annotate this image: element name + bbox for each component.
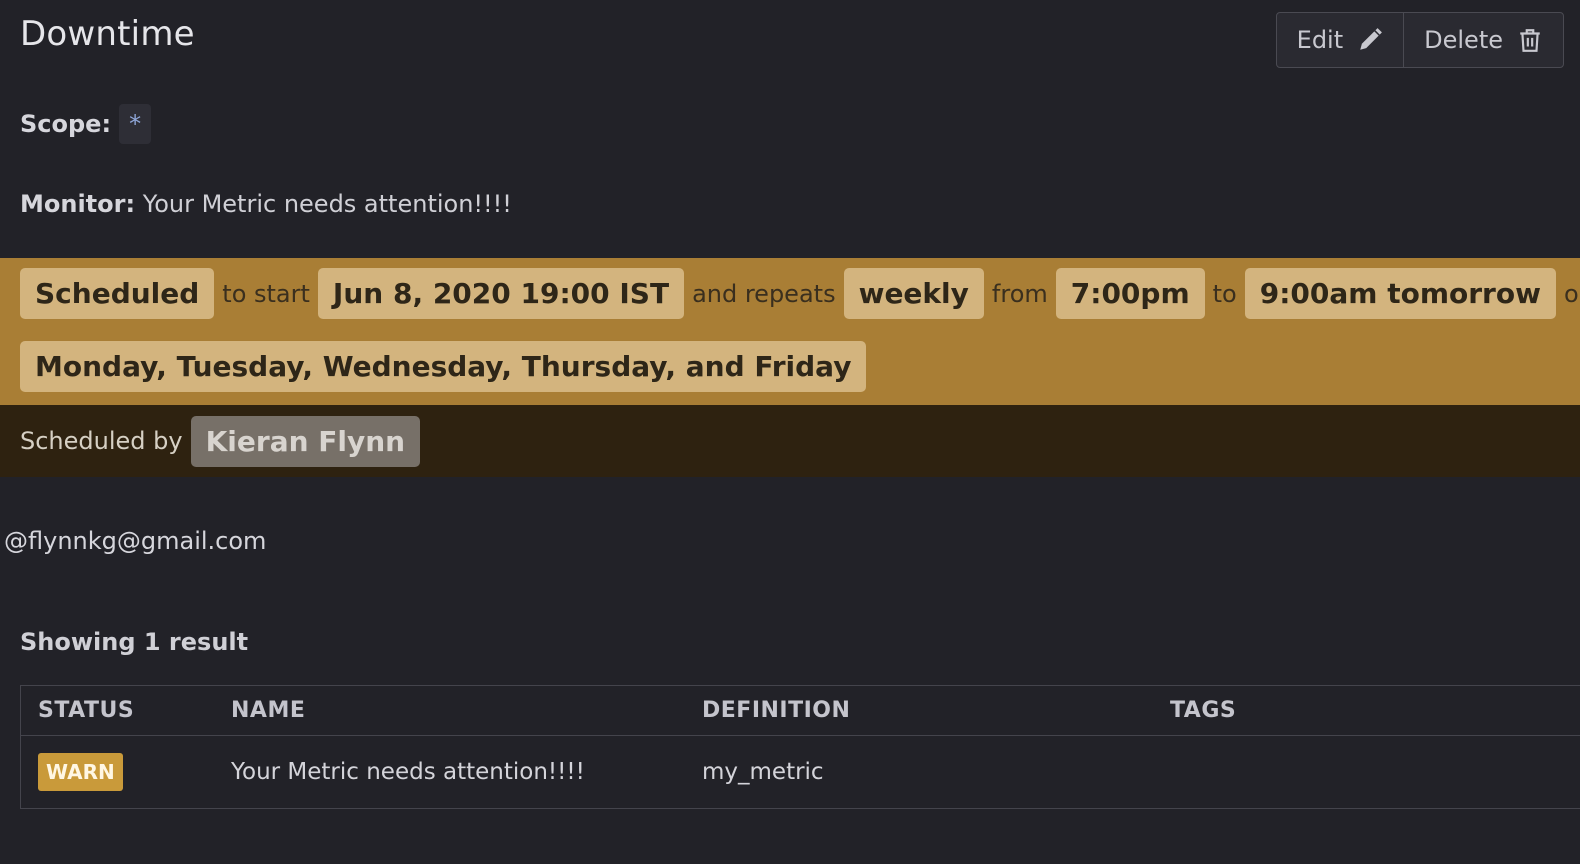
column-header-definition[interactable]: DEFINITION bbox=[702, 686, 850, 735]
edit-button[interactable]: Edit bbox=[1277, 13, 1403, 67]
monitor-row: Monitor: Your Metric needs attention!!!! bbox=[20, 190, 512, 218]
user-pill: Kieran Flynn bbox=[190, 415, 421, 467]
on-text: on bbox=[1563, 279, 1580, 308]
schedule-line-2: Monday, Tuesday, Wednesday, Thursday, an… bbox=[20, 341, 867, 392]
scheduled-by-label: Scheduled by bbox=[20, 427, 183, 455]
monitors-table: STATUS NAME DEFINITION TAGS WARN Your Me… bbox=[20, 685, 1580, 809]
pencil-icon bbox=[1360, 28, 1383, 50]
to-start-text: to start bbox=[222, 279, 310, 308]
downtime-page: Downtime Edit Delete Scope: * Monitor: Y… bbox=[0, 0, 1580, 864]
column-header-status[interactable]: STATUS bbox=[38, 686, 134, 735]
delete-button[interactable]: Delete bbox=[1403, 13, 1563, 67]
table-header: STATUS NAME DEFINITION TAGS bbox=[21, 686, 1580, 736]
repeats-text: and repeats bbox=[692, 279, 836, 308]
start-datetime-pill: Jun 8, 2020 19:00 IST bbox=[317, 268, 685, 319]
schedule-status-pill: Scheduled bbox=[20, 268, 215, 319]
page-title: Downtime bbox=[20, 14, 195, 54]
to-text: to bbox=[1212, 279, 1237, 308]
edit-button-label: Edit bbox=[1296, 26, 1344, 54]
definition-cell: my_metric bbox=[702, 759, 824, 785]
scheduled-by-bar: Scheduled by Kieran Flynn bbox=[0, 405, 1580, 477]
schedule-line-1: Scheduled to start Jun 8, 2020 19:00 IST… bbox=[20, 268, 1580, 319]
result-count: Showing 1 result bbox=[20, 628, 249, 656]
table-row[interactable]: WARN Your Metric needs attention!!!! my_… bbox=[21, 736, 1580, 808]
column-header-name[interactable]: NAME bbox=[231, 686, 305, 735]
scope-value: * bbox=[119, 104, 152, 144]
status-cell: WARN bbox=[38, 736, 123, 808]
monitor-name: Your Metric needs attention!!!! bbox=[142, 190, 512, 218]
schedule-summary: Scheduled to start Jun 8, 2020 19:00 IST… bbox=[0, 258, 1580, 405]
status-badge: WARN bbox=[38, 753, 123, 791]
scope-row: Scope: * bbox=[20, 104, 152, 144]
from-text: from bbox=[991, 279, 1048, 308]
column-header-tags[interactable]: TAGS bbox=[1170, 686, 1236, 735]
action-button-group: Edit Delete bbox=[1275, 12, 1564, 68]
downtime-message: @flynnkg@gmail.com bbox=[4, 527, 267, 555]
frequency-pill: weekly bbox=[843, 268, 984, 319]
scope-label: Scope: bbox=[20, 110, 112, 138]
days-pill: Monday, Tuesday, Wednesday, Thursday, an… bbox=[20, 341, 867, 392]
monitor-label: Monitor: bbox=[20, 190, 136, 218]
from-time-pill: 7:00pm bbox=[1055, 268, 1205, 319]
trash-icon bbox=[1520, 29, 1540, 52]
delete-button-label: Delete bbox=[1424, 26, 1503, 54]
to-time-pill: 9:00am tomorrow bbox=[1244, 268, 1556, 319]
name-cell[interactable]: Your Metric needs attention!!!! bbox=[231, 736, 585, 808]
